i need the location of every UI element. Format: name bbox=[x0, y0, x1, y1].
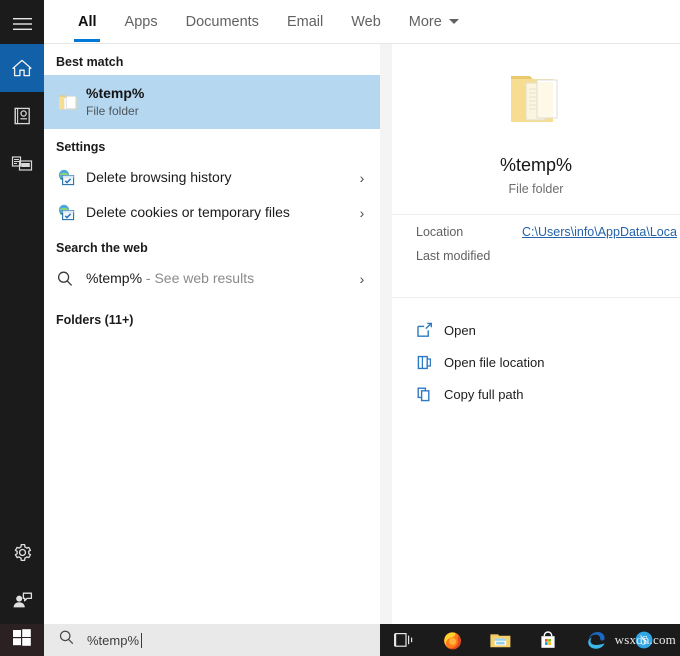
tab-email[interactable]: Email bbox=[273, 0, 337, 44]
result-item-delete-cookies[interactable]: Delete cookies or temporary files › bbox=[44, 195, 380, 230]
left-nav-rail bbox=[0, 0, 44, 624]
microsoft-store-icon[interactable] bbox=[524, 624, 572, 656]
taskbar: %temp% bbox=[0, 624, 680, 656]
detail-key: Last modified bbox=[416, 249, 522, 263]
web-search-suffix: - See web results bbox=[142, 270, 254, 286]
chevron-down-icon bbox=[449, 19, 459, 24]
result-label: Delete browsing history bbox=[86, 169, 232, 185]
search-icon bbox=[58, 629, 75, 651]
firefox-icon[interactable] bbox=[428, 624, 476, 656]
windows-logo-icon bbox=[13, 629, 31, 652]
file-explorer-icon[interactable] bbox=[476, 624, 524, 656]
home-icon bbox=[11, 58, 33, 78]
search-input[interactable]: %temp% bbox=[44, 624, 380, 656]
preview-subtitle: File folder bbox=[392, 182, 680, 196]
copy-icon bbox=[416, 386, 444, 403]
result-item-delete-browsing-history[interactable]: Delete browsing history › bbox=[44, 160, 380, 195]
section-header-folders: Folders (11+) bbox=[44, 302, 380, 333]
text-cursor bbox=[141, 633, 142, 648]
result-label: Delete cookies or temporary files bbox=[86, 204, 290, 220]
internet-options-icon bbox=[56, 203, 86, 223]
detail-row-location: Location C:\Users\info\AppData\Loca bbox=[392, 215, 680, 239]
tab-web[interactable]: Web bbox=[337, 0, 395, 44]
search-input-value: %temp% bbox=[87, 633, 139, 648]
tab-all[interactable]: All bbox=[64, 0, 111, 44]
sidebar-item-feedback[interactable] bbox=[0, 576, 44, 624]
folder-open-icon bbox=[416, 354, 444, 371]
edge-icon[interactable] bbox=[572, 624, 620, 656]
hamburger-menu-button[interactable] bbox=[0, 0, 44, 48]
action-open[interactable]: Open bbox=[392, 314, 680, 346]
svg-text:S: S bbox=[641, 634, 648, 648]
tab-more-label: More bbox=[409, 14, 442, 30]
tab-apps[interactable]: Apps bbox=[111, 0, 172, 44]
open-external-icon bbox=[416, 322, 444, 339]
tab-documents[interactable]: Documents bbox=[172, 0, 273, 44]
sidebar-item-apps[interactable] bbox=[0, 140, 44, 188]
apps-icon bbox=[11, 155, 33, 173]
pane-divider bbox=[380, 44, 392, 624]
tab-all-label: All bbox=[78, 14, 97, 30]
detail-row-last-modified: Last modified bbox=[392, 239, 680, 263]
screenshot-icon bbox=[12, 106, 32, 126]
spacer bbox=[392, 263, 680, 279]
taskbar-icons: S bbox=[380, 624, 680, 656]
sidebar-item-settings[interactable] bbox=[0, 528, 44, 576]
person-feedback-icon bbox=[11, 590, 33, 610]
tab-apps-label: Apps bbox=[125, 14, 158, 30]
action-open-file-location[interactable]: Open file location bbox=[392, 346, 680, 378]
tab-email-label: Email bbox=[287, 14, 323, 30]
spacer bbox=[392, 298, 680, 314]
search-icon bbox=[56, 270, 86, 288]
action-label: Open file location bbox=[444, 355, 544, 370]
chevron-right-icon[interactable]: › bbox=[354, 171, 370, 185]
chevron-right-icon[interactable]: › bbox=[354, 206, 370, 220]
internet-options-icon bbox=[56, 168, 86, 188]
preview-pane: %temp% File folder Location C:\Users\inf… bbox=[392, 44, 680, 624]
section-header-settings: Settings bbox=[44, 129, 380, 160]
start-button[interactable] bbox=[0, 624, 44, 656]
preview-title: %temp% bbox=[392, 155, 680, 176]
folder-icon bbox=[56, 90, 86, 114]
location-link[interactable]: C:\Users\info\AppData\Loca bbox=[522, 225, 677, 239]
tab-more[interactable]: More bbox=[395, 0, 473, 44]
result-item-web-search[interactable]: %temp% - See web results › bbox=[44, 261, 380, 296]
detail-key: Location bbox=[416, 225, 522, 239]
web-search-query: %temp% bbox=[86, 270, 142, 286]
task-view-icon[interactable] bbox=[380, 624, 428, 656]
gear-icon bbox=[12, 542, 33, 563]
action-label: Open bbox=[444, 323, 476, 338]
action-copy-full-path[interactable]: Copy full path bbox=[392, 378, 680, 410]
skype-icon[interactable]: S bbox=[620, 624, 668, 656]
chevron-right-icon[interactable]: › bbox=[354, 272, 370, 286]
best-match-subtitle: File folder bbox=[86, 103, 370, 119]
result-item-best-match[interactable]: %temp% File folder bbox=[44, 75, 380, 129]
sidebar-item-screenshot[interactable] bbox=[0, 92, 44, 140]
hamburger-icon bbox=[13, 17, 32, 31]
best-match-title: %temp% bbox=[86, 85, 370, 102]
tab-web-label: Web bbox=[351, 14, 381, 30]
tab-documents-label: Documents bbox=[186, 14, 259, 30]
action-label: Copy full path bbox=[444, 387, 524, 402]
search-results-list: Best match %temp% File folder Settings bbox=[44, 44, 380, 624]
sidebar-item-home[interactable] bbox=[0, 44, 44, 92]
windows-search-panel: All Apps Documents Email Web More Best m… bbox=[0, 0, 680, 656]
section-header-search-the-web: Search the web bbox=[44, 230, 380, 261]
section-header-best-match: Best match bbox=[44, 44, 380, 75]
folder-documents-icon bbox=[499, 123, 573, 140]
preview-hero: %temp% File folder bbox=[392, 44, 680, 196]
search-filter-tabs: All Apps Documents Email Web More bbox=[44, 0, 680, 44]
